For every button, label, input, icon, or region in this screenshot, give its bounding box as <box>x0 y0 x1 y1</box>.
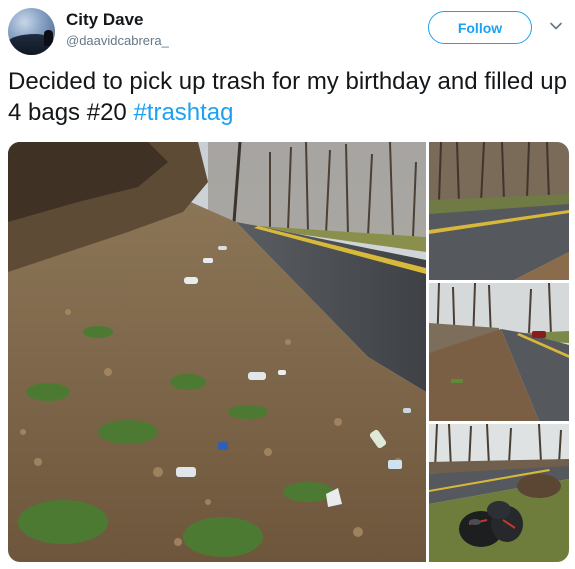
road-curve-image <box>429 142 569 280</box>
tweet-text: Decided to pick up trash for my birthday… <box>8 66 568 128</box>
roadside-trash-image <box>8 142 426 562</box>
photo-roadside-trash[interactable] <box>8 142 426 562</box>
photo-road-curve[interactable] <box>429 142 569 280</box>
follow-button[interactable]: Follow <box>428 11 532 44</box>
avatar-silhouette <box>44 30 53 46</box>
road-with-car-image <box>429 283 569 421</box>
tweet-header: City Dave @daavidcabrera_ Follow <box>0 0 575 62</box>
photo-road-with-car[interactable] <box>429 283 569 421</box>
display-name[interactable]: City Dave <box>66 10 143 30</box>
tweet-body: Decided to pick up trash for my birthday… <box>8 68 567 126</box>
chevron-down-icon[interactable] <box>549 19 563 33</box>
photo-filled-trash-bags[interactable] <box>429 424 569 562</box>
photo-grid <box>8 142 569 562</box>
hashtag-link[interactable]: #trashtag <box>133 99 233 126</box>
trash-bags-image <box>429 424 569 562</box>
user-handle[interactable]: @daavidcabrera_ <box>66 33 169 48</box>
avatar[interactable] <box>8 8 55 55</box>
